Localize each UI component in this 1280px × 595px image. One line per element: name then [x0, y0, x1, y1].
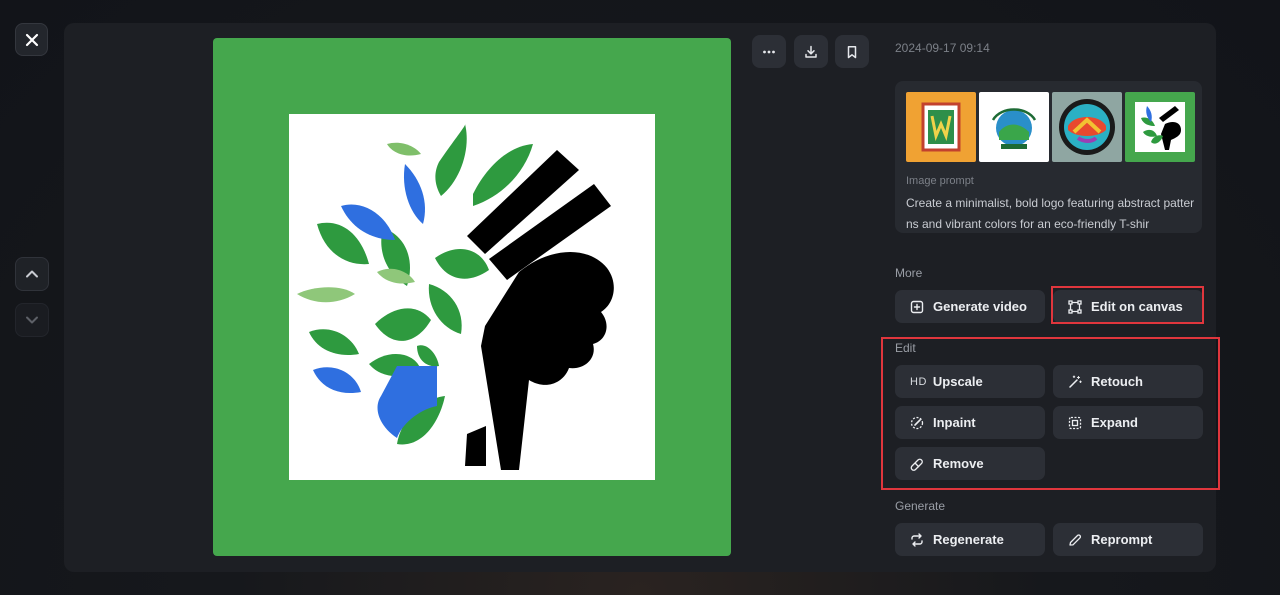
reference-thumbnails: [906, 92, 1195, 162]
leaf-hand-logo: [297, 124, 614, 470]
hd-badge-icon: HD: [910, 375, 927, 388]
retouch-label: Retouch: [1091, 374, 1143, 389]
thumbnail-1[interactable]: [906, 92, 976, 162]
expand-button[interactable]: Expand: [1053, 406, 1203, 439]
retouch-button[interactable]: Retouch: [1053, 365, 1203, 398]
remove-label: Remove: [933, 456, 984, 471]
download-button[interactable]: [794, 35, 828, 68]
bookmark-button[interactable]: [835, 35, 869, 68]
prompt-text: Create a minimalist, bold logo featuring…: [906, 196, 1195, 231]
expand-icon: [1068, 416, 1082, 429]
edit-section-label: Edit: [895, 341, 916, 355]
upscale-button[interactable]: HD Upscale: [895, 365, 1045, 398]
video-plus-icon: [910, 300, 924, 313]
next-image-button[interactable]: [15, 303, 49, 337]
upscale-label: Upscale: [932, 374, 983, 389]
thumbnail-3[interactable]: [1052, 92, 1122, 162]
thumbnail-2[interactable]: [979, 92, 1049, 162]
pencil-icon: [1069, 533, 1082, 546]
edit-on-canvas-label: Edit on canvas: [1091, 299, 1183, 314]
remove-button[interactable]: Remove: [895, 447, 1045, 480]
more-options-button[interactable]: [752, 35, 786, 68]
bookmark-icon: [847, 45, 857, 58]
ellipsis-icon: [763, 50, 775, 53]
regenerate-button[interactable]: Regenerate: [895, 523, 1045, 556]
prompt-card: Image prompt Create a minimalist, bold l…: [895, 81, 1202, 233]
close-icon: [25, 33, 38, 46]
prompt-label: Image prompt: [906, 175, 974, 187]
expand-label: Expand: [1091, 415, 1138, 430]
brush-icon: [910, 416, 924, 429]
generate-video-label: Generate video: [933, 299, 1027, 314]
chevron-down-icon: [26, 316, 38, 324]
reprompt-button[interactable]: Reprompt: [1053, 523, 1203, 556]
canvas-select-icon: [1068, 299, 1082, 314]
regenerate-label: Regenerate: [933, 532, 1004, 547]
thumbnail-4[interactable]: [1125, 92, 1195, 162]
generated-image: [213, 38, 731, 556]
close-button[interactable]: [15, 23, 48, 56]
generate-section-label: Generate: [895, 499, 946, 513]
repeat-icon: [911, 532, 923, 547]
magic-wand-icon: [1069, 374, 1082, 388]
generate-video-button[interactable]: Generate video: [895, 290, 1045, 323]
chevron-up-icon: [26, 270, 38, 278]
previous-image-button[interactable]: [15, 257, 49, 291]
inpaint-label: Inpaint: [933, 415, 976, 430]
more-section-label: More: [895, 266, 923, 280]
logo-artwork: [289, 114, 655, 480]
eraser-icon: [910, 458, 923, 471]
inpaint-button[interactable]: Inpaint: [895, 406, 1045, 439]
download-icon: [805, 45, 817, 58]
timestamp: 2024-09-17 09:14: [895, 41, 990, 55]
reprompt-label: Reprompt: [1091, 532, 1153, 547]
edit-on-canvas-button[interactable]: Edit on canvas: [1053, 290, 1203, 323]
